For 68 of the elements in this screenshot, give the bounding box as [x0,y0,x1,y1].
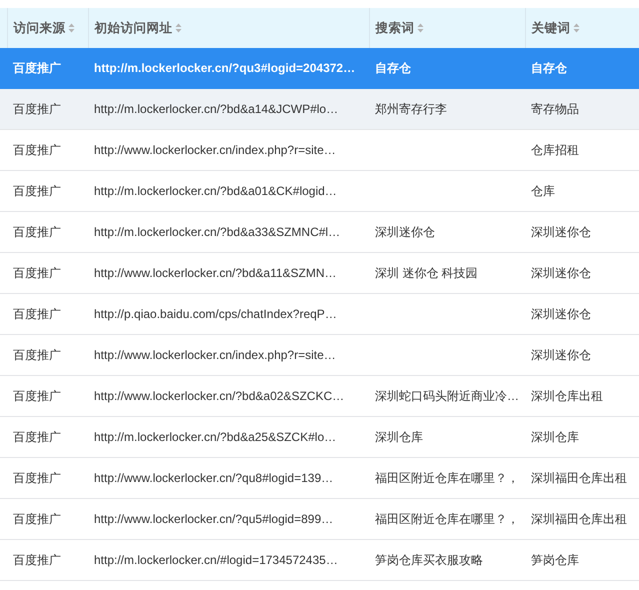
table-cell: 福田区附近仓库在哪里？， [375,510,519,528]
table-cell: http://m.lockerlocker.cn/?bd&a01&CK#logid… [94,184,337,198]
table-row[interactable]: 百度推广 http://www.lockerlocker.cn/index.php?r=site… 仓库招租 [0,130,639,170]
sort-icon [416,23,424,33]
table-cell: 深圳迷你仓 [375,224,435,240]
column-header[interactable]: 访问来源 [7,8,88,48]
table-cell: 百度推广 [13,552,61,568]
table-row[interactable]: 百度推广 http://www.lockerlocker.cn/?bd&a02&SZCKC… 深圳蛇口码头附近商业冷… 深圳仓库出租 [0,376,639,416]
table-cell: http://www.lockerlocker.cn/?qu8#logid=139… [94,471,334,485]
table-cell: 百度推广 [13,264,61,282]
table-cell: 百度推广 [13,142,61,158]
table-row[interactable]: 百度推广 http://www.lockerlocker.cn/index.php?r=site… 深圳迷你仓 [0,334,639,376]
table-cell: 深圳迷你仓 [531,224,591,240]
table-cell: 百度推广 [13,182,61,200]
table-cell: 百度推广 [13,428,61,446]
table-cell: 百度推广 [13,224,61,240]
table-row[interactable]: 百度推广 http://m.lockerlocker.cn/#logid=1734572435… 笋岗仓库买衣服攻略 笋岗仓库 [0,540,639,580]
table-cell: 寄存物品 [531,100,579,118]
table-row[interactable]: 百度推广 http://www.lockerlocker.cn/?qu5#logid=899… 福田区附近仓库在哪里？， 深圳福田仓库出租 [0,498,639,540]
table-cell: 福田区附近仓库在哪里？， [375,470,519,486]
table-cell: http://m.lockerlocker.cn/?qu3#logid=204372… [94,61,356,75]
table-row[interactable]: 百度推广 http://m.lockerlocker.cn/?bd&a25&SZCK#lo… 深圳仓库 深圳仓库 [0,416,639,458]
table-cell: 百度推广 [13,470,61,486]
table-cell: 深圳迷你仓 [531,346,591,364]
table-cell: 深圳仓库出租 [531,388,603,404]
table-cell: http://m.lockerlocker.cn/?bd&a14&JCWP#lo… [94,102,338,116]
table-cell: 仓库 [531,182,555,200]
table-cell: 深圳迷你仓 [531,306,591,322]
table-row[interactable]: 百度推广 http://p.qiao.baidu.com/cps/chatIndex?reqP… 深圳迷你仓 [0,294,639,334]
table-cell: 百度推广 [13,346,61,364]
table-cell: http://www.lockerlocker.cn/?bd&a11&SZMN… [94,266,337,280]
table-row[interactable]: 百度推广 http://m.lockerlocker.cn/?bd&a33&SZMNC#l… 深圳迷你仓 深圳迷你仓 [0,212,639,252]
table-cell: 深圳福田仓库出租 [531,470,627,486]
table-cell: 百度推广 [13,100,61,118]
table-cell: 百度推广 [13,60,61,76]
sort-icon [174,23,182,33]
table-cell: http://p.qiao.baidu.com/cps/chatIndex?reqP… [94,307,337,321]
column-header[interactable]: 关键词 [525,8,639,48]
table-cell: http://www.lockerlocker.cn/index.php?r=site… [94,348,336,362]
column-header[interactable]: 搜索词 [369,8,525,48]
table-cell: 郑州寄存行李 [375,100,447,118]
table-cell: 仓库招租 [531,142,579,158]
sort-icon [68,23,74,33]
table-cell: http://m.lockerlocker.cn/#logid=1734572435… [94,553,338,567]
table-cell: 自存仓 [531,60,567,76]
table-cell: http://www.lockerlocker.cn/?bd&a02&SZCKC… [94,389,344,403]
table-cell: 深圳福田仓库出租 [531,510,627,528]
table-cell: http://www.lockerlocker.cn/index.php?r=site… [94,143,336,157]
column-header[interactable]: 初始访问网址 [88,8,369,48]
table-cell: 深圳 迷你仓 科技园 [375,264,478,282]
table-cell: 深圳迷你仓 [531,264,591,282]
table-cell: 笋岗仓库 [531,552,579,568]
table-cell: 笋岗仓库买衣服攻略 [375,552,483,568]
table-cell: 深圳仓库 [531,428,579,446]
table-row[interactable]: 百度推广 http://www.lockerlocker.cn/?bd&a11&SZMN… 深圳 迷你仓 科技园 深圳迷你仓 [0,252,639,294]
table-cell: http://m.lockerlocker.cn/?bd&a25&SZCK#lo… [94,430,336,444]
table-row[interactable]: 百度推广 http://m.lockerlocker.cn/?bd&a14&JCWP#lo… 郑州寄存行李 寄存物品 [0,88,639,130]
table-row[interactable]: 百度推广 http://www.lockerlocker.cn/?qu8#logid=139… 福田区附近仓库在哪里？， 深圳福田仓库出租 [0,458,639,498]
table-cell: http://www.lockerlocker.cn/?qu5#logid=899… [94,512,334,526]
table-cell: 自存仓 [375,60,411,76]
table-cell: 百度推广 [13,388,61,404]
table-cell: http://m.lockerlocker.cn/?bd&a33&SZMNC#l… [94,225,340,239]
sort-icon [572,23,580,33]
table-cell: 百度推广 [13,510,61,528]
table-cell: 深圳仓库 [375,428,423,446]
table-cell: 百度推广 [13,306,61,322]
table-cell: 深圳蛇口码头附近商业冷… [375,388,519,404]
table-row[interactable]: 百度推广 http://m.lockerlocker.cn/?bd&a01&CK#logid… 仓库 [0,170,639,212]
